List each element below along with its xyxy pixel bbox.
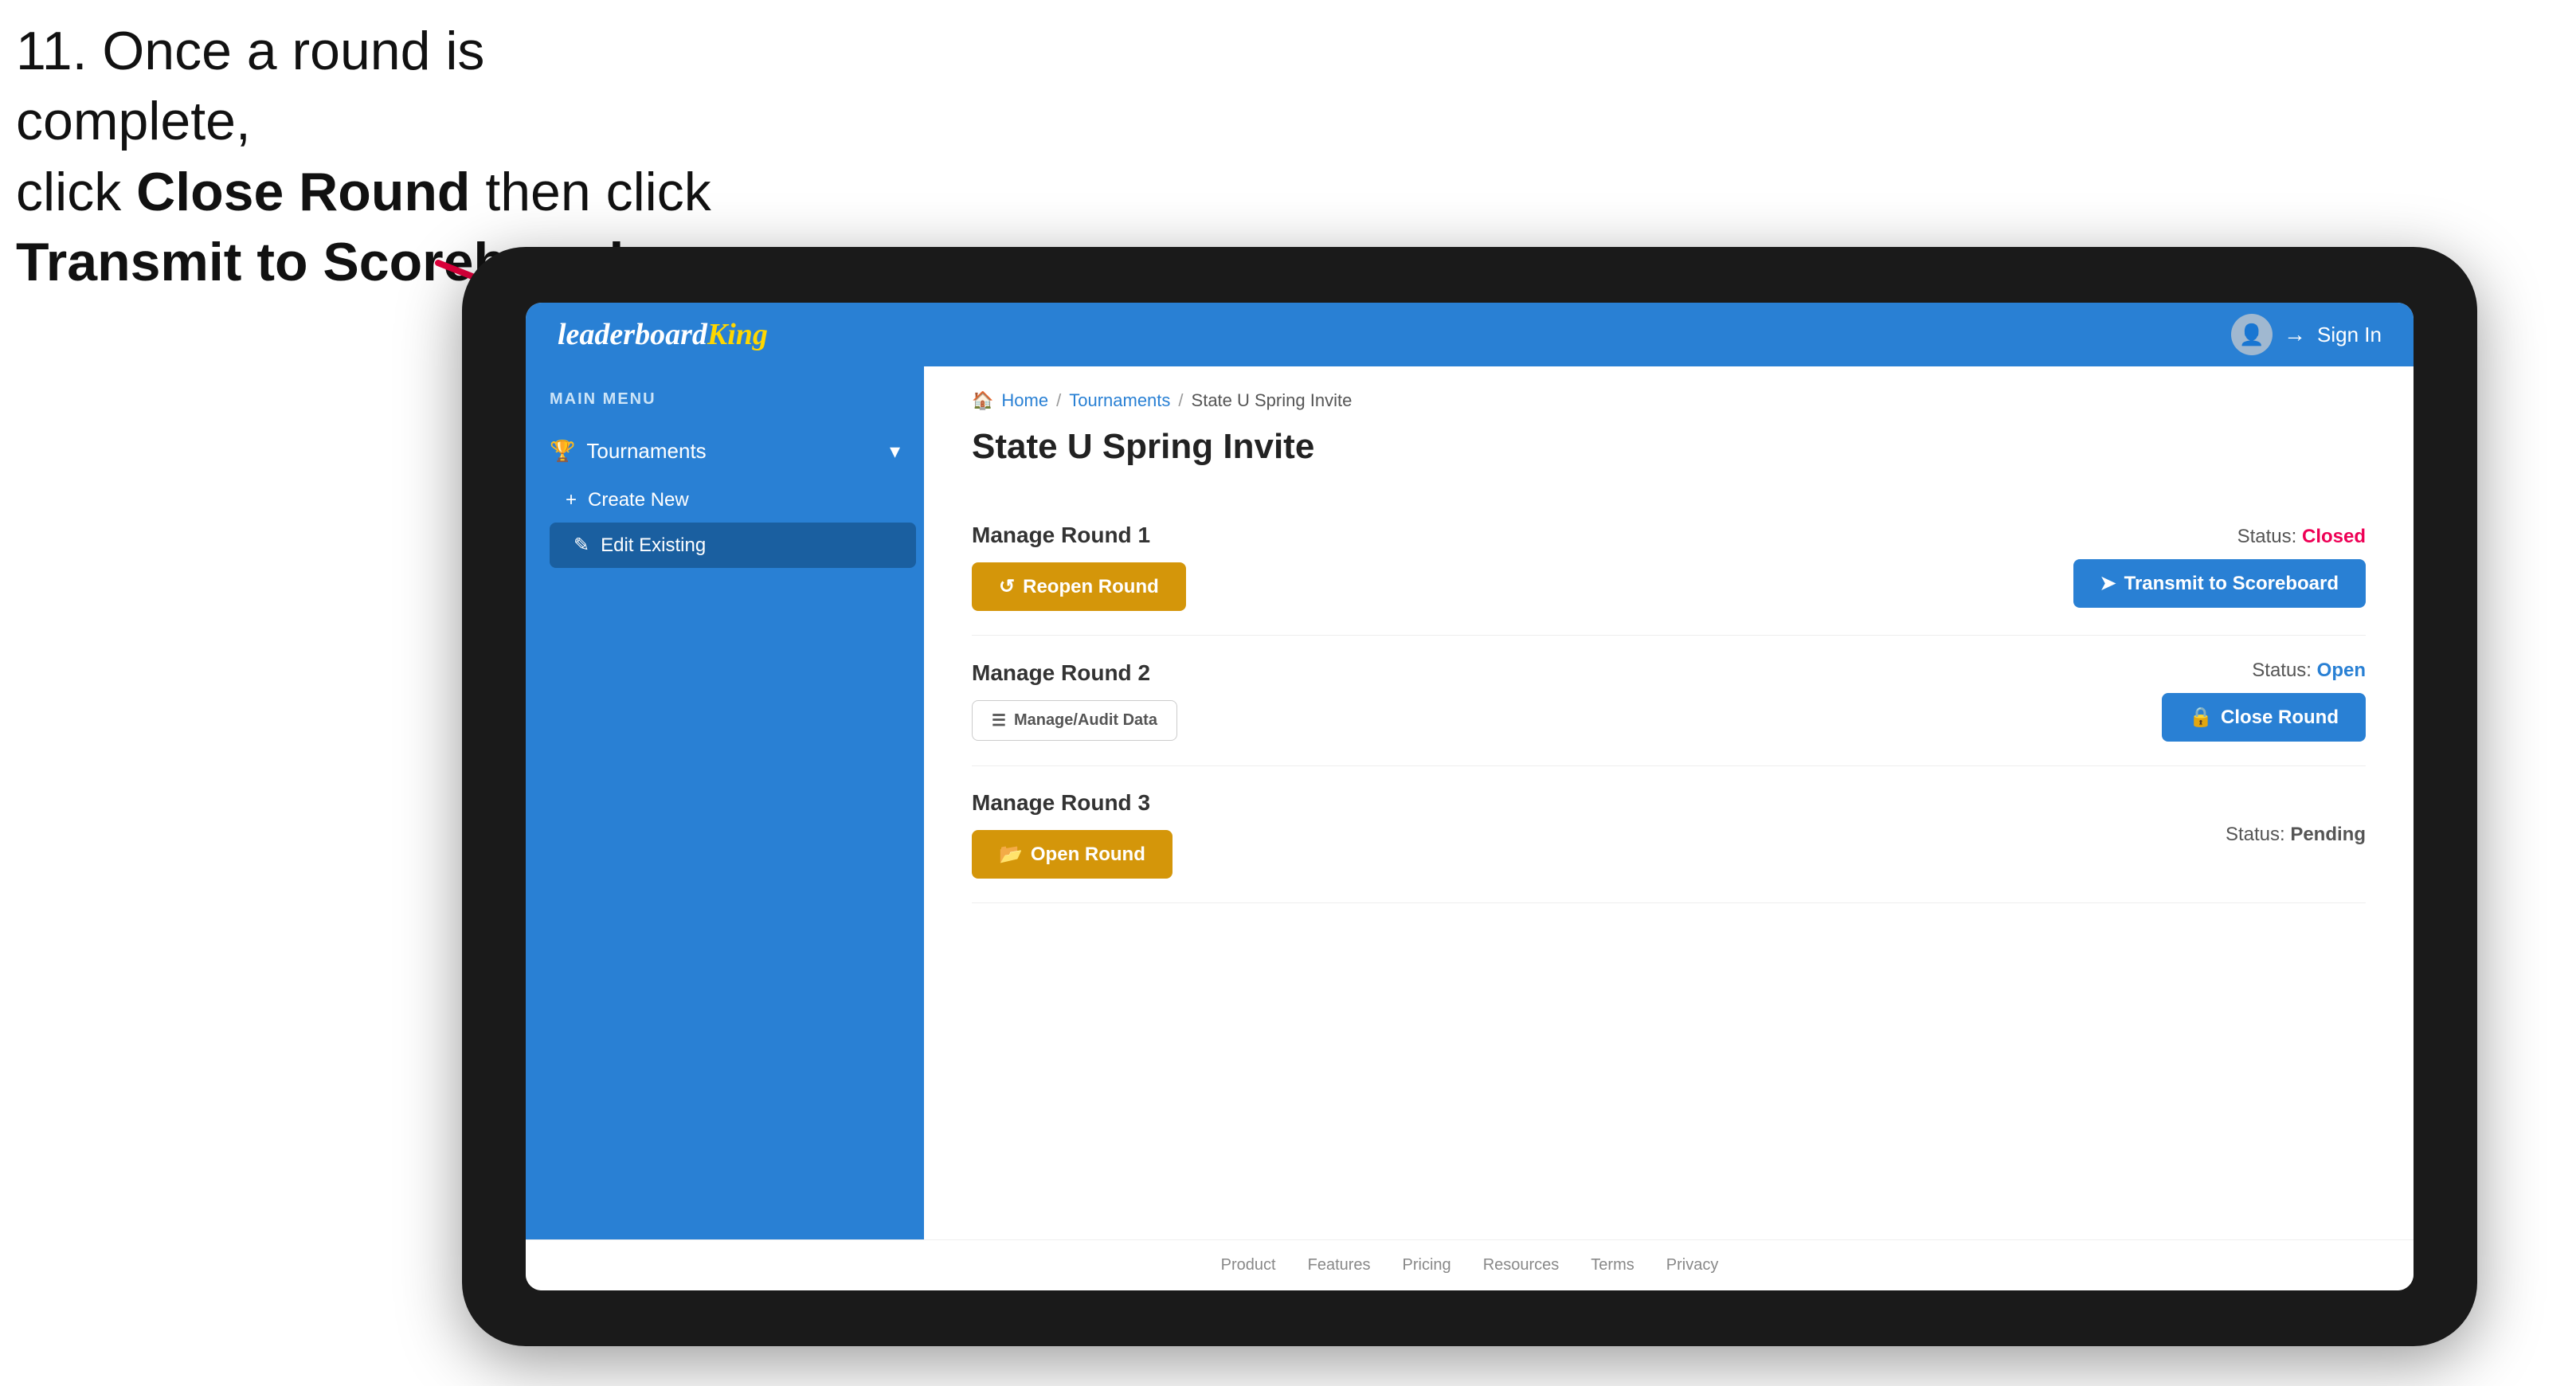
- transmit-icon: ➤: [2100, 572, 2116, 595]
- page-title: State U Spring Invite: [972, 427, 2366, 467]
- round-3-section: Manage Round 3 📂 Open Round Status: Pend…: [972, 766, 2366, 903]
- sidebar-submenu: + Create New ✎ Edit Existing: [526, 478, 924, 568]
- logo-styled: King: [707, 318, 768, 351]
- signin-label[interactable]: Sign In: [2317, 323, 2382, 347]
- logo: leaderboardKing: [558, 317, 768, 352]
- round-2-title: Manage Round 2: [972, 660, 2162, 686]
- footer-pricing[interactable]: Pricing: [1403, 1256, 1451, 1274]
- manage-audit-data-button[interactable]: ☰ Manage/Audit Data: [972, 700, 1177, 741]
- round-3-left: Manage Round 3 📂 Open Round: [972, 790, 2226, 879]
- round-2-status: Status: Open: [2252, 660, 2366, 682]
- main-menu-label: MAIN MENU: [526, 390, 924, 425]
- close-round-button[interactable]: 🔒 Close Round: [2162, 693, 2366, 742]
- sidebar-item-edit-existing[interactable]: ✎ Edit Existing: [550, 523, 916, 568]
- round-1-section: Manage Round 1 ↺ Reopen Round Status: Cl…: [972, 499, 2366, 636]
- tablet-device: leaderboardKing 👤 → Sign In MAIN MENU 🏆 …: [462, 247, 2477, 1346]
- round-2-status-value: Open: [2317, 660, 2366, 681]
- round-1-right: Status: Closed ➤ Transmit to Scoreboard: [2073, 526, 2367, 608]
- footer-terms[interactable]: Terms: [1591, 1256, 1634, 1274]
- footer-features[interactable]: Features: [1308, 1256, 1371, 1274]
- footer-resources[interactable]: Resources: [1483, 1256, 1560, 1274]
- round-1-status: Status: Closed: [2237, 526, 2366, 548]
- round-1-left: Manage Round 1 ↺ Reopen Round: [972, 523, 2073, 611]
- breadcrumb-current: State U Spring Invite: [1192, 390, 1353, 411]
- main-content: 🏠 Home / Tournaments / State U Spring In…: [924, 366, 2414, 1239]
- tournaments-label: Tournaments: [586, 439, 706, 464]
- round-3-title: Manage Round 3: [972, 790, 2226, 816]
- round-3-status: Status: Pending: [2226, 824, 2366, 846]
- breadcrumb: 🏠 Home / Tournaments / State U Spring In…: [972, 390, 2366, 411]
- top-bar: leaderboardKing 👤 → Sign In: [526, 303, 2414, 366]
- round-2-right: Status: Open 🔒 Close Round: [2162, 660, 2366, 742]
- breadcrumb-home-icon: 🏠: [972, 390, 993, 411]
- trophy-icon: 🏆: [550, 439, 575, 464]
- reopen-icon: ↺: [999, 575, 1015, 598]
- plus-icon: +: [566, 489, 577, 511]
- round-2-section: Manage Round 2 ☰ Manage/Audit Data Statu…: [972, 636, 2366, 766]
- edit-existing-label: Edit Existing: [601, 534, 706, 557]
- open-icon: 📂: [999, 843, 1023, 866]
- user-icon: 👤: [2239, 323, 2265, 347]
- chevron-down-icon: ▾: [890, 439, 900, 464]
- lock-icon: 🔒: [2189, 706, 2213, 729]
- tablet-screen: leaderboardKing 👤 → Sign In MAIN MENU 🏆 …: [526, 303, 2414, 1290]
- transmit-to-scoreboard-button[interactable]: ➤ Transmit to Scoreboard: [2073, 559, 2367, 608]
- round-3-right: Status: Pending: [2226, 824, 2366, 846]
- round-1-title: Manage Round 1: [972, 523, 2073, 548]
- sidebar-item-tournaments[interactable]: 🏆 Tournaments ▾: [526, 425, 924, 478]
- footer-product[interactable]: Product: [1221, 1256, 1276, 1274]
- reopen-round-button[interactable]: ↺ Reopen Round: [972, 562, 1186, 611]
- sidebar-item-create-new[interactable]: + Create New: [542, 478, 924, 523]
- create-new-label: Create New: [588, 489, 689, 511]
- breadcrumb-home[interactable]: Home: [1001, 390, 1048, 411]
- app-layout: MAIN MENU 🏆 Tournaments ▾ + Create New ✎: [526, 366, 2414, 1239]
- round-2-left: Manage Round 2 ☰ Manage/Audit Data: [972, 660, 2162, 741]
- manage-icon: ☰: [992, 711, 1006, 730]
- avatar: 👤: [2231, 314, 2273, 355]
- open-round-button[interactable]: 📂 Open Round: [972, 830, 1173, 879]
- edit-icon: ✎: [574, 534, 589, 557]
- footer: Product Features Pricing Resources Terms…: [526, 1239, 2414, 1290]
- sidebar: MAIN MENU 🏆 Tournaments ▾ + Create New ✎: [526, 366, 924, 1239]
- round-1-status-value: Closed: [2302, 526, 2366, 547]
- round-3-status-value: Pending: [2290, 824, 2366, 845]
- footer-privacy[interactable]: Privacy: [1666, 1256, 1719, 1274]
- sign-in-area[interactable]: 👤 → Sign In: [2231, 314, 2382, 355]
- breadcrumb-sep1: /: [1056, 390, 1061, 411]
- signin-arrow-icon: →: [2284, 322, 2306, 347]
- breadcrumb-sep2: /: [1178, 390, 1183, 411]
- breadcrumb-tournaments[interactable]: Tournaments: [1069, 390, 1170, 411]
- logo-plain: leaderboard: [558, 318, 707, 351]
